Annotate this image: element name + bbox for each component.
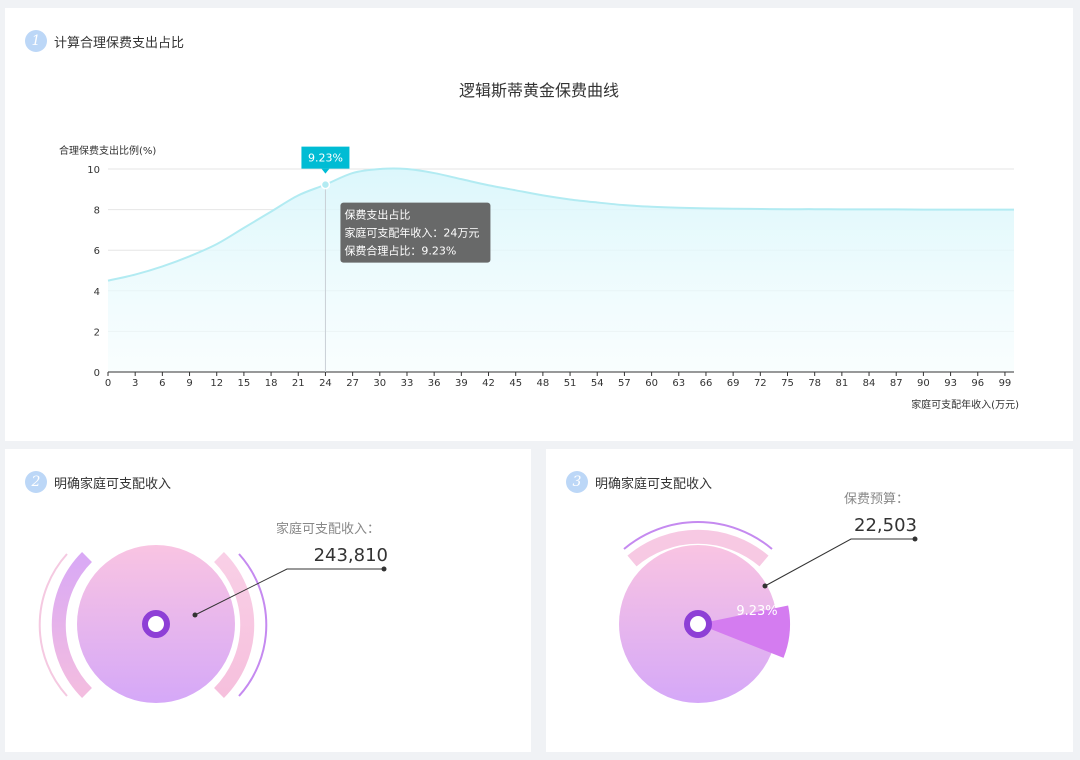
x-tick-label: 60 <box>645 378 658 389</box>
marker-point[interactable] <box>320 179 331 190</box>
x-tick-label: 6 <box>159 378 165 389</box>
income-disc-hub <box>142 610 170 638</box>
y-tick-label: 6 <box>94 246 100 257</box>
x-tick-label: 54 <box>591 378 604 389</box>
x-tick-label: 69 <box>727 378 740 389</box>
chart-tooltip: 保费支出占比 家庭可支配年收入：24万元 保费合理占比：9.23% <box>340 202 491 263</box>
x-tick-label: 24 <box>319 378 332 389</box>
income-gauge: 家庭可支配收入： 243,810 <box>38 521 388 703</box>
y-axis-label: 合理保费支出比例(%) <box>59 144 156 157</box>
x-tick-label: 51 <box>564 378 577 389</box>
income-leader-end <box>381 566 387 572</box>
x-tick-label: 96 <box>971 378 984 389</box>
tooltip-title: 保费支出占比 <box>344 208 410 222</box>
premium-budget-panel: 3 明确家庭可支配收入 9.23% 保费预算： 22,503 <box>546 449 1073 752</box>
x-tick-label: 27 <box>346 378 359 389</box>
x-tick-label: 90 <box>917 378 930 389</box>
premium-gauge: 9.23% 保费预算： 22,503 <box>619 492 918 703</box>
x-tick-label: 87 <box>890 378 903 389</box>
premium-curve-panel: 1 计算合理保费支出占比 逻辑斯蒂黄金保费曲线 合理保费支出比例(%) 家庭可支… <box>5 8 1073 441</box>
x-tick-label: 15 <box>238 378 251 389</box>
premium-label: 保费预算： <box>844 492 909 507</box>
income-value: 243,810 <box>314 545 388 566</box>
income-leader-start <box>192 612 198 618</box>
y-tick-label: 10 <box>87 165 100 176</box>
x-tick-label: 78 <box>808 378 821 389</box>
x-tick-label: 30 <box>373 378 386 389</box>
x-tick-label: 12 <box>210 378 223 389</box>
y-tick-label: 8 <box>94 206 100 217</box>
y-tick-label: 2 <box>94 327 100 338</box>
marker-flag-label: 9.23% <box>308 152 343 165</box>
x-axis-label: 家庭可支配年收入(万元) <box>911 398 1019 411</box>
x-tick-label: 84 <box>863 378 876 389</box>
x-tick-label: 66 <box>700 378 713 389</box>
x-tick-label: 81 <box>835 378 848 389</box>
premium-leader-start <box>762 583 768 589</box>
income-label: 家庭可支配收入： <box>276 521 380 537</box>
premium-slice-label: 9.23% <box>736 604 777 619</box>
y-tick-label: 4 <box>94 287 100 298</box>
premium-leader-line <box>764 538 915 587</box>
premium-value: 22,503 <box>854 515 917 536</box>
tooltip-ratio: 保费合理占比：9.23% <box>344 244 456 258</box>
premium-curve-chart[interactable]: 逻辑斯蒂黄金保费曲线 合理保费支出比例(%) 家庭可支配年收入(万元) 0246… <box>5 8 1073 441</box>
income-panel: 2 明确家庭可支配收入 家庭可支配收入： 243,810 <box>5 449 531 752</box>
x-tick-label: 18 <box>265 378 278 389</box>
x-tick-label: 0 <box>105 378 111 389</box>
premium-disc-hub <box>684 610 712 638</box>
x-tick-label: 63 <box>672 378 685 389</box>
x-tick-label: 21 <box>292 378 305 389</box>
x-tick-label: 72 <box>754 378 767 389</box>
x-tick-label: 9 <box>186 378 192 389</box>
x-tick-label: 57 <box>618 378 631 389</box>
tooltip-income: 家庭可支配年收入：24万元 <box>344 226 479 240</box>
x-tick-label: 42 <box>482 378 495 389</box>
premium-leader-end <box>912 536 918 542</box>
x-tick-label: 39 <box>455 378 468 389</box>
y-tick-label: 0 <box>94 368 100 379</box>
x-tick-label: 45 <box>509 378 522 389</box>
x-tick-label: 36 <box>428 378 441 389</box>
x-tick-label: 75 <box>781 378 794 389</box>
x-tick-label: 99 <box>999 378 1012 389</box>
x-tick-label: 93 <box>944 378 957 389</box>
x-tick-label: 48 <box>537 378 550 389</box>
x-tick-label: 33 <box>401 378 414 389</box>
marker-flag-tip <box>321 168 330 174</box>
chart-title: 逻辑斯蒂黄金保费曲线 <box>459 81 619 100</box>
x-tick-label: 3 <box>132 378 138 389</box>
